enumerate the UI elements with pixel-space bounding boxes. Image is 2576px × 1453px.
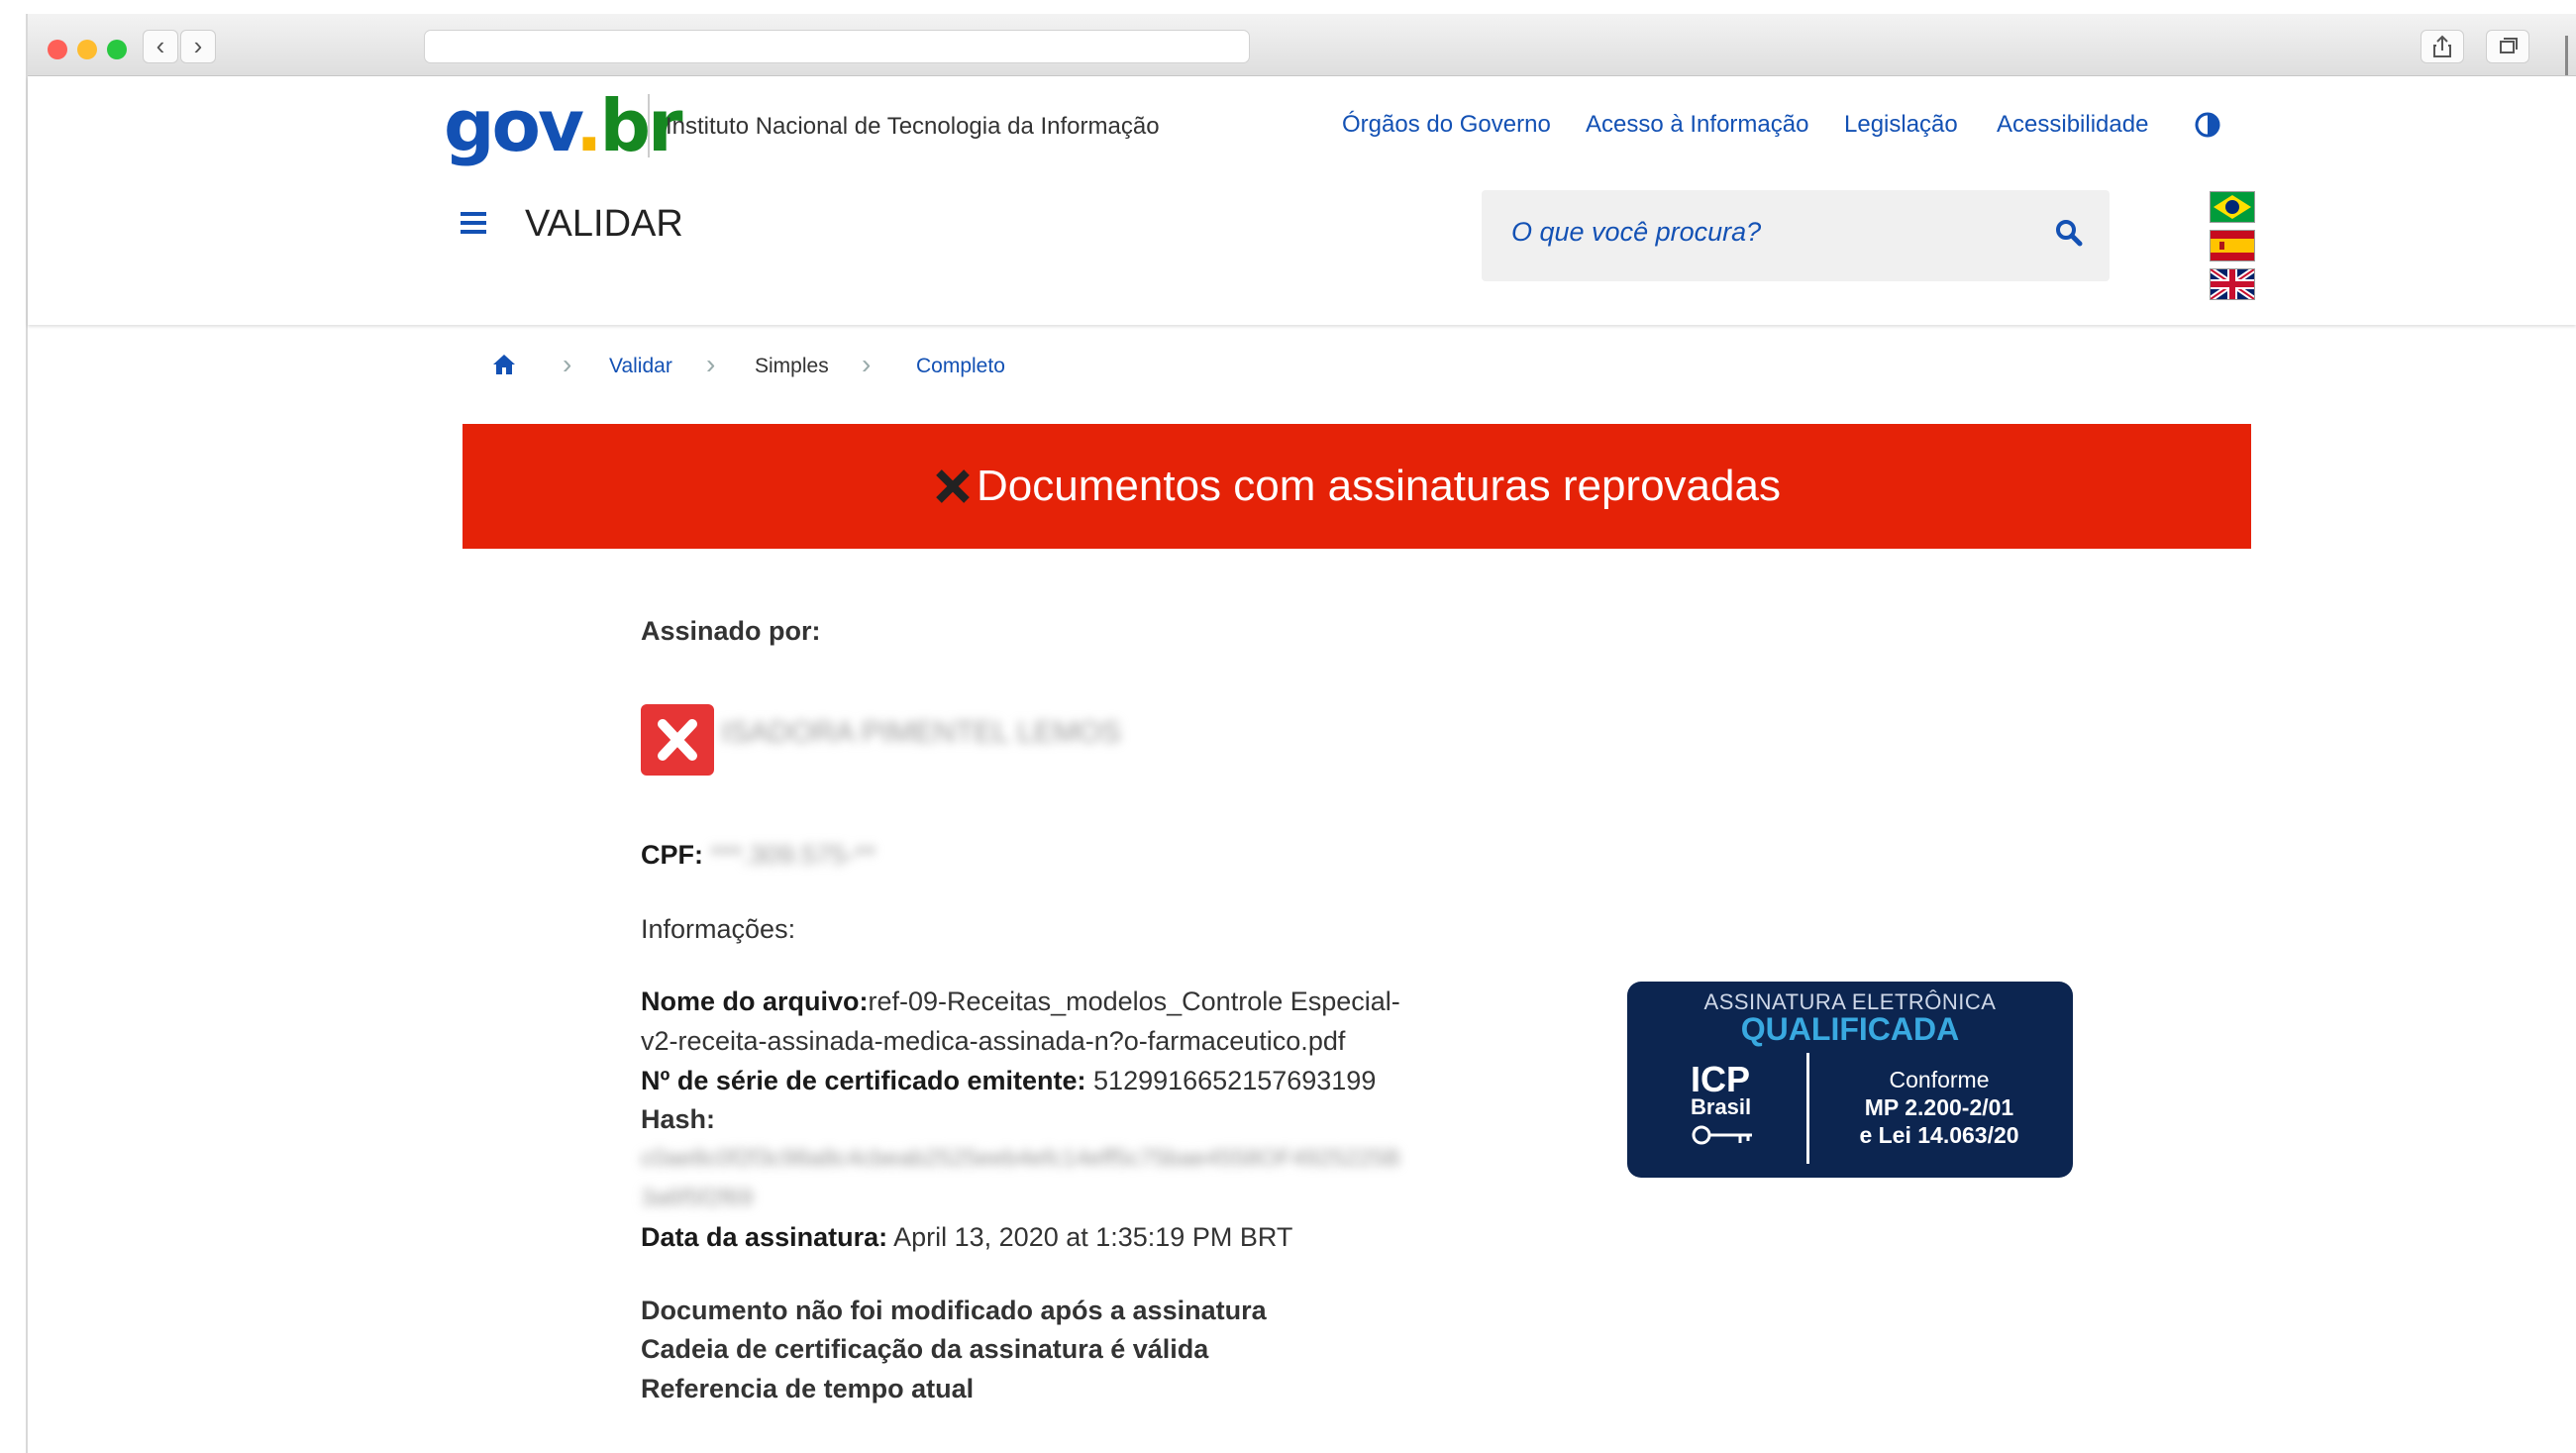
check-unmodified: Documento não foi modificado após a assi… <box>641 1296 1267 1325</box>
x-mark-icon <box>658 719 697 761</box>
menu-button[interactable] <box>461 212 486 234</box>
file-name-value-2: v2-receita-assinada-medica-assinada-n?o-… <box>641 1026 1346 1056</box>
date-label: Data da assinatura: <box>641 1222 888 1252</box>
chevron-right-icon: › <box>862 349 872 379</box>
breadcrumb-simples[interactable]: Simples <box>755 355 829 378</box>
logo-gov: gov <box>444 84 578 167</box>
date-row: Data da assinatura: April 13, 2020 at 1:… <box>641 1217 1292 1257</box>
site-header: gov.br Instituto Nacional de Tecnologia … <box>28 76 2576 325</box>
file-name-row: Nome do arquivo:ref-09-Receitas_modelos_… <box>641 982 1400 1021</box>
nav-legislacao[interactable]: Legislação <box>1844 111 1958 138</box>
home-icon <box>493 355 515 374</box>
key-icon <box>1692 1125 1752 1145</box>
breadcrumb-validar[interactable]: Validar <box>609 355 672 378</box>
validation-error-banner: Documentos com assinaturas reprovadas <box>463 424 2251 549</box>
alert-text: Documentos com assinaturas reprovadas <box>977 462 1781 510</box>
contrast-toggle[interactable] <box>2195 112 2220 143</box>
file-name-value-1: ref-09-Receitas_modelos_Controle Especia… <box>868 986 1400 1016</box>
share-button[interactable] <box>2421 30 2464 63</box>
check-timestamp: Referencia de tempo atual <box>641 1374 975 1403</box>
tabs-button[interactable] <box>2486 30 2529 63</box>
chevron-right-icon: › <box>563 349 572 379</box>
invalid-signature-icon <box>641 704 714 776</box>
logo-dot: . <box>575 84 602 167</box>
file-name-label: Nome do arquivo: <box>641 986 869 1016</box>
brasil-text: Brasil <box>1691 1094 1752 1119</box>
hamburger-icon <box>461 212 486 234</box>
forward-button[interactable]: › <box>180 30 216 63</box>
contrast-icon <box>2195 112 2220 138</box>
seal-line2: QUALIFICADA <box>1740 1011 1960 1047</box>
nav-orgaos-governo[interactable]: Órgãos do Governo <box>1342 111 1551 138</box>
nav-acessibilidade[interactable]: Acessibilidade <box>1997 111 2148 138</box>
institution-name: Instituto Nacional de Tecnologia da Info… <box>666 113 1160 140</box>
cpf-row: CPF: ***.309.575-** <box>641 835 876 875</box>
brazil-flag-icon <box>2214 195 2251 219</box>
browser-toolbar: ‹ › <box>28 14 2576 76</box>
chevron-right-icon: › <box>706 349 716 379</box>
search-icon <box>2056 220 2083 247</box>
share-icon <box>2433 35 2451 57</box>
back-button[interactable]: ‹ <box>143 30 178 63</box>
minimize-window-button[interactable] <box>77 40 97 59</box>
spain-flag-icon <box>2211 231 2254 260</box>
hash-value-1: c0ae8c0f2f3c98a8c4cbeab2525eeb4efc14eff5… <box>641 1145 1400 1172</box>
tabs-icon <box>2500 38 2518 53</box>
close-x-icon <box>936 469 970 503</box>
search-box <box>1482 190 2110 281</box>
language-es-button[interactable] <box>2210 230 2255 261</box>
chevron-right-icon: › <box>193 31 203 60</box>
language-pt-button[interactable] <box>2210 191 2255 223</box>
cpf-label: CPF: <box>641 840 703 870</box>
signed-by-label: Assinado por: <box>641 616 821 646</box>
nav-acesso-informacao[interactable]: Acesso à Informação <box>1586 111 1808 138</box>
check-chain-valid: Cadeia de certificação da assinatura é v… <box>641 1334 1209 1364</box>
icp-text: ICP <box>1691 1059 1751 1099</box>
seal-divider <box>1806 1053 1809 1164</box>
hash-label: Hash: <box>641 1104 716 1134</box>
seal-lei: e Lei 14.063/20 <box>1859 1122 2019 1148</box>
cpf-value: ***.309.575-** <box>710 840 876 870</box>
date-value: April 13, 2020 at 1:35:19 PM BRT <box>893 1222 1293 1252</box>
breadcrumb-completo[interactable]: Completo <box>916 355 1005 378</box>
page-title: VALIDAR <box>525 203 683 245</box>
maximize-window-button[interactable] <box>107 40 127 59</box>
hash-value-2: 3a6f5f2f69 <box>641 1185 754 1211</box>
info-label: Informações: <box>641 914 796 944</box>
close-window-button[interactable] <box>48 40 67 59</box>
govbr-logo[interactable]: gov.br <box>444 84 682 167</box>
seal-mp: MP 2.200-2/01 <box>1864 1094 2014 1120</box>
search-input[interactable] <box>1509 216 2028 249</box>
address-bar[interactable] <box>424 30 1250 63</box>
logo-divider <box>648 94 650 157</box>
serial-row: Nº de série de certificado emitente: 512… <box>641 1061 1376 1100</box>
search-button[interactable] <box>2054 218 2084 253</box>
serial-value: 5129916652157693199 <box>1093 1066 1377 1095</box>
breadcrumb-home[interactable] <box>492 354 516 380</box>
signer-name: ISADORA PIMENTEL LEMOS <box>721 716 1121 749</box>
language-en-button[interactable] <box>2210 268 2255 300</box>
scroll-indicator <box>2565 36 2568 75</box>
icp-brasil-seal: ASSINATURA ELETRÔNICA QUALIFICADA ICP Br… <box>1627 982 2073 1178</box>
chevron-left-icon: ‹ <box>155 31 165 60</box>
uk-flag-icon <box>2211 269 2254 299</box>
serial-label: Nº de série de certificado emitente: <box>641 1066 1086 1095</box>
seal-conforme: Conforme <box>1889 1067 1990 1092</box>
